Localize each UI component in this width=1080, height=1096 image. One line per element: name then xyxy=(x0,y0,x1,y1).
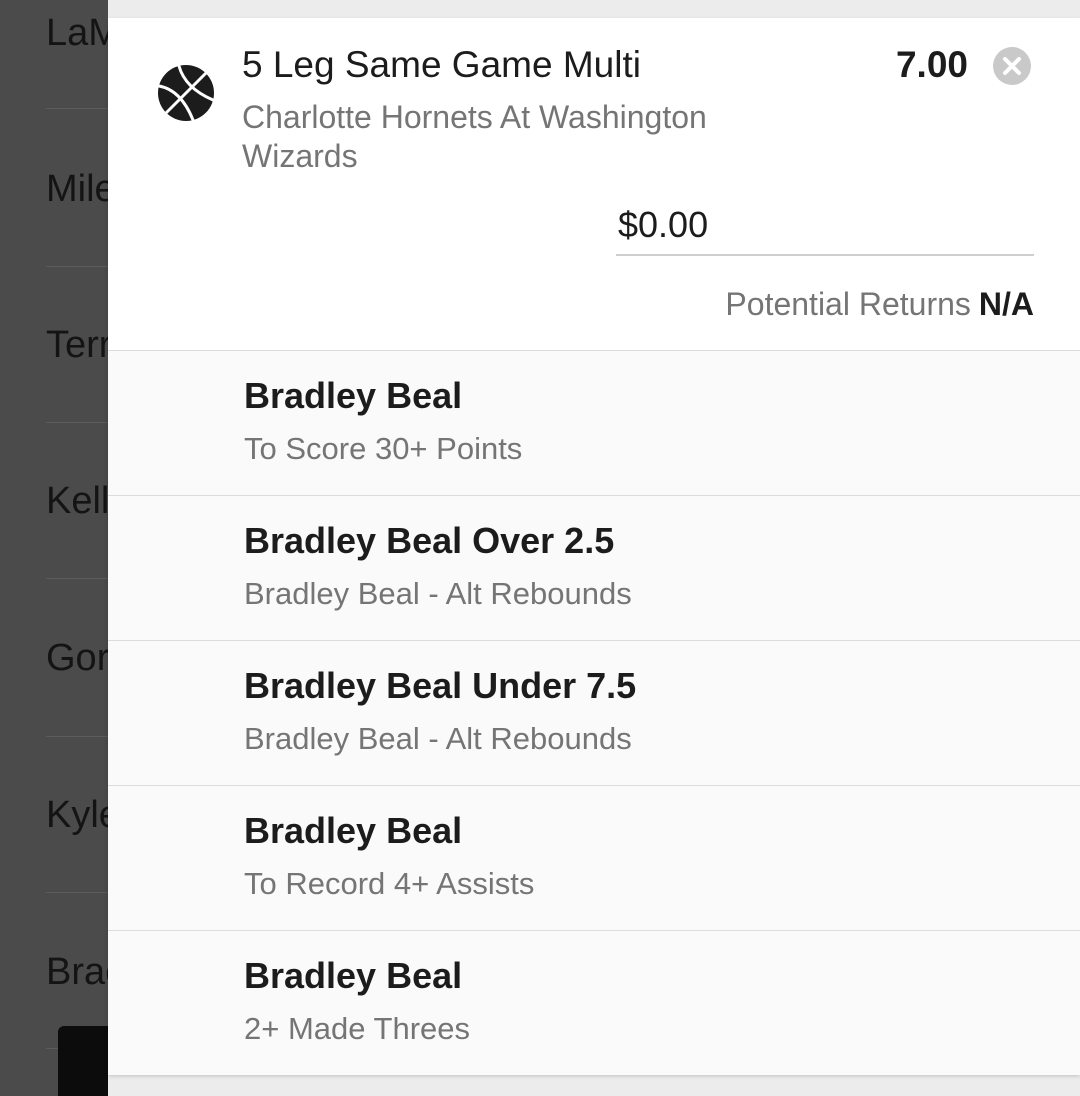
event-name: Charlotte Hornets At Washington Wizards xyxy=(242,99,707,174)
leg-market: To Score 30+ Points xyxy=(244,431,523,466)
leg-selection: Bradley Beal xyxy=(244,955,463,996)
remove-bet-button[interactable] xyxy=(993,47,1031,85)
potential-returns: Potential Returns N/A xyxy=(725,286,1034,323)
leg-market: Bradley Beal - Alt Rebounds xyxy=(244,576,632,611)
background-button xyxy=(58,1026,108,1096)
basketball-icon xyxy=(157,64,215,122)
potential-returns-label: Potential Returns xyxy=(725,286,971,322)
divider xyxy=(46,736,108,737)
leg-market: 2+ Made Threes xyxy=(244,1011,471,1046)
leg-selection: Bradley Beal Over 2.5 xyxy=(244,520,615,561)
bet-leg: Bradley Beal Under 7.5 Bradley Beal - Al… xyxy=(108,640,1080,785)
bet-slip-card: 5 Leg Same Game Multi 7.00 Charlotte Hor… xyxy=(108,18,1080,1075)
leg-market: To Record 4+ Assists xyxy=(244,866,535,901)
stake-input[interactable]: $0.00 xyxy=(616,204,1034,256)
divider xyxy=(46,266,108,267)
leg-market: Bradley Beal - Alt Rebounds xyxy=(244,721,632,756)
bet-leg: Bradley Beal To Score 30+ Points xyxy=(108,350,1080,495)
leg-selection: Bradley Beal Under 7.5 xyxy=(244,665,637,706)
divider xyxy=(46,892,108,893)
background-list: LaM Mile Terr Kell Gor Kyle Brac xyxy=(0,0,124,1096)
bet-leg: Bradley Beal To Record 4+ Assists xyxy=(108,785,1080,930)
bet-leg: Bradley Beal Over 2.5 Bradley Beal - Alt… xyxy=(108,495,1080,640)
divider xyxy=(46,578,108,579)
bet-legs-list: Bradley Beal To Score 30+ Points Bradley… xyxy=(108,350,1080,1075)
potential-returns-value: N/A xyxy=(978,286,1034,322)
bet-slip-panel: 5 Leg Same Game Multi 7.00 Charlotte Hor… xyxy=(108,0,1080,1096)
bet-leg: Bradley Beal 2+ Made Threes xyxy=(108,930,1080,1075)
leg-selection: Bradley Beal xyxy=(244,810,463,851)
close-icon xyxy=(993,47,1031,85)
divider xyxy=(46,422,108,423)
divider xyxy=(46,108,108,109)
leg-selection: Bradley Beal xyxy=(244,375,463,416)
bet-odds: 7.00 xyxy=(895,44,968,85)
bet-title: 5 Leg Same Game Multi xyxy=(242,44,641,85)
stake-value: $0.00 xyxy=(618,204,709,245)
